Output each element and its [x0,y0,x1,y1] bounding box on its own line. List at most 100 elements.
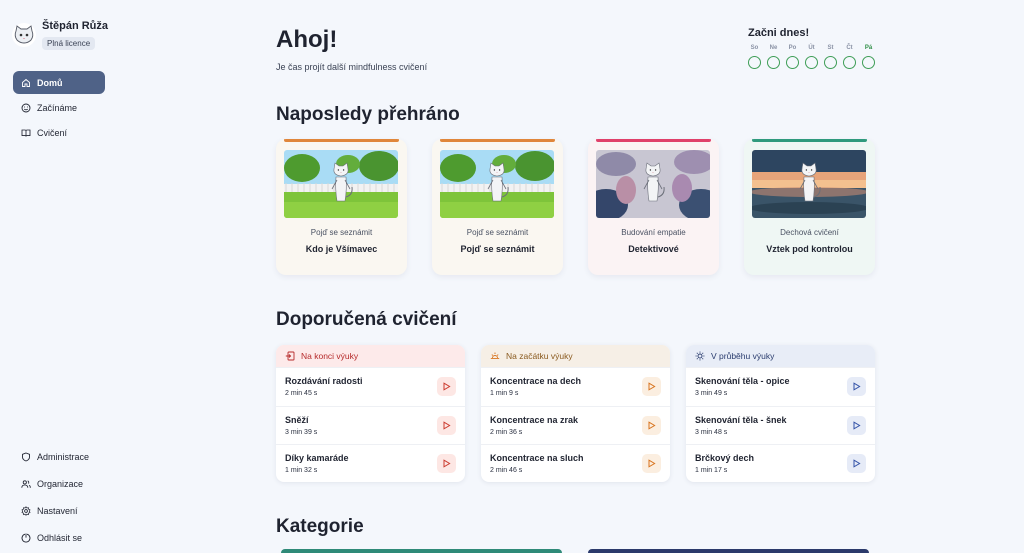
play-button[interactable] [437,454,456,474]
page-title: Ahoj! [276,26,338,53]
streak-days: So Ne Po Út St Čt Pá [748,45,878,69]
streak-day: Čt [843,45,856,69]
recent-card[interactable]: Budování empatie Detektivové [588,139,719,275]
card-category: Budování empatie [621,228,686,237]
day-circle [786,56,799,69]
play-icon [648,459,656,468]
card-category: Dechová cvičení [780,228,839,237]
card-accent-bar [752,139,867,142]
exercise-duration: 3 min 48 s [695,428,728,436]
card-title: Kdo je Všímavec [305,244,378,254]
streak-day: Ne [767,45,780,69]
play-icon [443,382,451,391]
exercise-row[interactable]: Skenování těla - opice 3 min 49 s [686,367,875,406]
day-label: Út [808,45,815,51]
cat-avatar-icon [14,25,34,44]
nav-item-exercises[interactable]: Cvičení [13,121,105,144]
column-heading: V průběhu výuky [711,351,775,361]
home-icon [21,78,31,88]
play-icon [443,421,451,430]
exercise-title: Skenování těla - opice [695,376,790,387]
nav-item-organization[interactable]: Organizace [13,471,105,496]
exercise-duration: 2 min 46 s [490,467,523,475]
play-icon [443,459,451,468]
play-icon [853,421,861,430]
user-name: Štěpán Růža [42,20,109,32]
secondary-nav: Administrace Organizace Nastavení Odhlás… [13,444,105,552]
sun-icon [695,351,705,361]
column-heading: Na začátku výuky [506,351,573,361]
page-subtitle: Je čas projít další mindfulness cvičení [276,62,428,72]
recent-card[interactable]: Pojď se seznámit Kdo je Všímavec [276,139,407,275]
shield-icon [21,452,31,462]
column-header: V průběhu výuky [686,345,875,367]
day-circle [748,56,761,69]
section-title-recommended: Doporučená cvičení [276,309,457,330]
recent-card[interactable]: Dechová cvičení Vztek pod kontrolou [744,139,875,275]
day-label: Pá [864,45,873,51]
nav-item-getting-started[interactable]: Začínáme [13,96,105,119]
card-thumbnail [440,150,554,218]
card-accent-bar [284,139,399,142]
play-button[interactable] [847,454,866,474]
card-accent-bar [440,139,555,142]
streak-day: Út [805,45,818,69]
day-label: So [750,45,759,51]
card-thumbnail [596,150,710,218]
day-circle [767,56,780,69]
exercise-row[interactable]: Sněží 3 min 39 s [276,405,465,445]
play-button[interactable] [847,377,866,397]
exercise-duration: 1 min 17 s [695,467,728,475]
card-title: Vztek pod kontrolou [766,244,853,254]
exercise-duration: 1 min 9 s [490,390,519,398]
exercise-row[interactable]: Koncentrace na zrak 2 min 36 s [481,405,670,445]
exercise-title: Rozdávání radosti [285,376,363,387]
exercise-row[interactable]: Koncentrace na sluch 2 min 46 s [481,444,670,482]
user-profile[interactable]: Štěpán Růža Plná licence [12,18,108,51]
category-card-navy[interactable] [588,549,869,553]
streak-day: Po [786,45,799,69]
day-circle [824,56,837,69]
nav-item-label: Cvičení [37,127,68,138]
exercise-row[interactable]: Skenování těla - šnek 3 min 48 s [686,405,875,445]
exercise-title: Skenování těla - šnek [695,414,787,425]
play-button[interactable] [642,377,661,397]
exercise-title: Koncentrace na dech [490,376,582,387]
exit-icon [285,351,295,361]
nav-item-label: Odhlásit se [37,532,83,543]
play-button[interactable] [437,415,456,435]
streak-day: So [748,45,761,69]
exercise-duration: 2 min 45 s [285,390,318,398]
exercise-row[interactable]: Koncentrace na dech 1 min 9 s [481,367,670,406]
nav-item-logout[interactable]: Odhlásit se [13,525,105,550]
nav-item-settings[interactable]: Nastavení [13,498,105,523]
card-accent-bar [596,139,711,142]
play-icon [648,421,656,430]
recommended-column: Na konci výuky Rozdávání radosti 2 min 45… [276,345,465,482]
exercise-row[interactable]: Rozdávání radosti 2 min 45 s [276,367,465,406]
category-card-teal[interactable] [281,549,562,553]
column-header: Na konci výuky [276,345,465,367]
play-button[interactable] [437,377,456,397]
exercise-row[interactable]: Díky kamaráde 1 min 32 s [276,444,465,482]
exercise-title: Koncentrace na zrak [490,414,579,425]
logout-icon [21,533,31,543]
play-button[interactable] [847,415,866,435]
avatar [12,23,36,47]
nav-item-label: Domů [37,77,63,88]
nav-item-label: Administrace [37,451,90,462]
streak-title: Začni dnes! [748,27,810,39]
card-thumbnail [752,150,866,218]
exercise-row[interactable]: Brčkový dech 1 min 17 s [686,444,875,482]
exercise-title: Koncentrace na sluch [490,453,584,464]
day-label: Ne [769,45,778,51]
play-button[interactable] [642,415,661,435]
play-button[interactable] [642,454,661,474]
nav-item-home[interactable]: Domů [13,71,105,94]
exercise-title: Brčkový dech [695,453,755,464]
exercise-duration: 2 min 36 s [490,428,523,436]
nav-item-administration[interactable]: Administrace [13,444,105,469]
play-icon [853,459,861,468]
card-category: Pojď se seznámit [466,228,529,237]
recent-card[interactable]: Pojď se seznámit Pojď se seznámit [432,139,563,275]
